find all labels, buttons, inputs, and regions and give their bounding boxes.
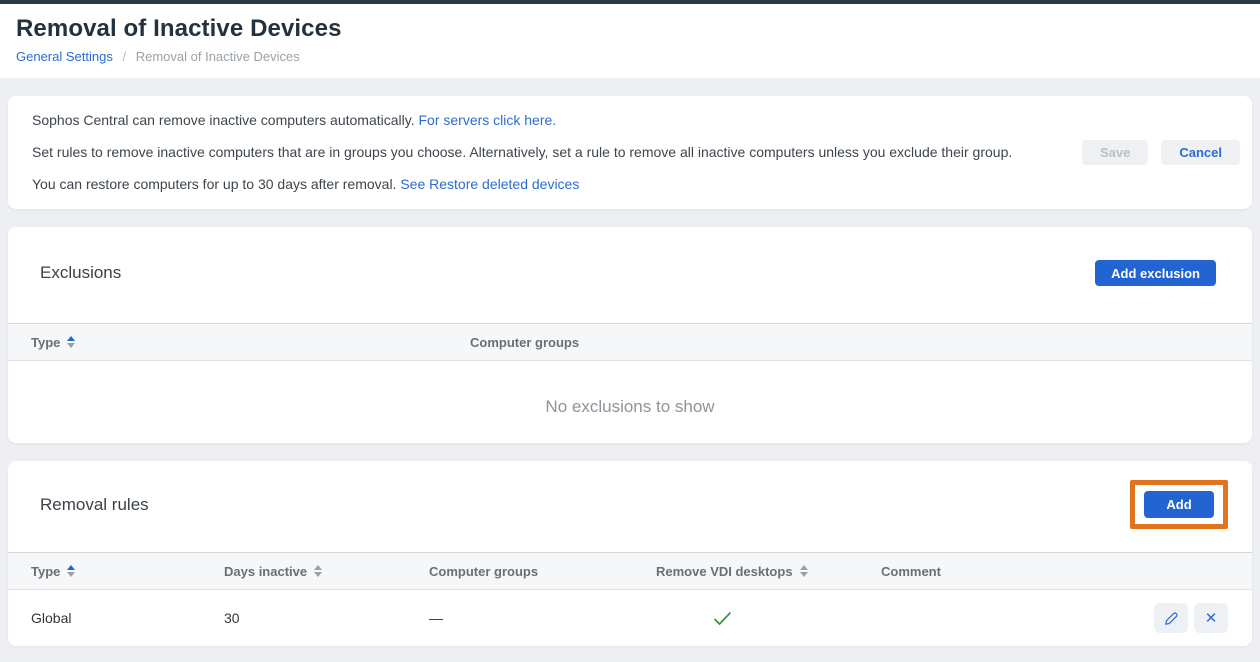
removal-column-computer-groups-label: Computer groups — [429, 564, 538, 579]
removal-rules-title: Removal rules — [40, 495, 149, 515]
info-panel: Sophos Central can remove inactive compu… — [8, 96, 1252, 209]
pencil-icon — [1164, 611, 1179, 626]
info-paragraph-1: Sophos Central can remove inactive compu… — [32, 108, 1048, 133]
info-paragraph-2: Set rules to remove inactive computers t… — [32, 140, 1048, 165]
info-paragraph-1-text: Sophos Central can remove inactive compu… — [32, 112, 415, 128]
sort-icon — [800, 565, 808, 577]
exclusions-table: Type Computer groups No exclusions to sh… — [8, 323, 1252, 443]
add-exclusion-button[interactable]: Add exclusion — [1095, 260, 1216, 286]
cell-type: Global — [8, 610, 201, 626]
breadcrumb-separator: / — [122, 49, 126, 64]
add-rule-button[interactable]: Add — [1144, 491, 1214, 518]
exclusions-header: Exclusions Add exclusion — [8, 227, 1252, 286]
page-header: Removal of Inactive Devices General Sett… — [0, 4, 1260, 78]
restore-deleted-devices-link[interactable]: See Restore deleted devices — [400, 176, 579, 192]
exclusions-column-computer-groups: Computer groups — [447, 335, 1252, 350]
exclusions-panel: Exclusions Add exclusion Type Computer g… — [8, 227, 1252, 443]
cell-remove-vdi — [633, 611, 858, 626]
removal-column-type-label: Type — [31, 564, 60, 579]
removal-column-days-inactive[interactable]: Days inactive — [201, 564, 406, 579]
edit-rule-button[interactable] — [1154, 603, 1188, 633]
removal-column-comment-label: Comment — [881, 564, 941, 579]
removal-rules-panel: Removal rules Add Type Days inactive Com… — [8, 461, 1252, 646]
breadcrumb-link-general-settings[interactable]: General Settings — [16, 49, 113, 64]
page-title: Removal of Inactive Devices — [16, 15, 1244, 43]
sort-icon — [314, 565, 322, 577]
breadcrumb-current: Removal of Inactive Devices — [136, 49, 300, 64]
main-content: Sophos Central can remove inactive compu… — [0, 78, 1260, 646]
info-text: Sophos Central can remove inactive compu… — [32, 108, 1048, 197]
sort-icon — [67, 565, 75, 577]
exclusions-title: Exclusions — [40, 263, 121, 283]
removal-column-days-inactive-label: Days inactive — [224, 564, 307, 579]
add-button-highlight-box: Add — [1130, 480, 1228, 529]
removal-column-type[interactable]: Type — [8, 564, 201, 579]
save-button[interactable]: Save — [1082, 140, 1148, 165]
removal-column-remove-vdi[interactable]: Remove VDI desktops — [633, 564, 858, 579]
for-servers-link[interactable]: For servers click here. — [418, 112, 556, 128]
exclusions-column-type-label: Type — [31, 335, 60, 350]
close-icon: ✕ — [1205, 611, 1218, 626]
cancel-button[interactable]: Cancel — [1161, 140, 1240, 165]
info-paragraph-3-text: You can restore computers for up to 30 d… — [32, 176, 396, 192]
removal-column-computer-groups: Computer groups — [406, 564, 633, 579]
removal-column-comment: Comment — [858, 564, 1152, 579]
breadcrumb: General Settings / Removal of Inactive D… — [16, 49, 1244, 64]
table-row: Global 30 — ✕ — [8, 590, 1252, 646]
removal-rules-header: Removal rules Add — [8, 461, 1252, 529]
removal-rules-table-header: Type Days inactive Computer groups Remov… — [8, 552, 1252, 590]
row-actions: ✕ — [1152, 603, 1252, 633]
exclusions-column-type[interactable]: Type — [8, 335, 447, 350]
exclusions-column-computer-groups-label: Computer groups — [470, 335, 579, 350]
cell-days-inactive: 30 — [201, 610, 406, 626]
removal-rules-table: Type Days inactive Computer groups Remov… — [8, 552, 1252, 646]
sort-icon — [67, 336, 75, 348]
exclusions-empty-state: No exclusions to show — [8, 361, 1252, 443]
check-icon — [713, 611, 732, 626]
exclusions-table-header: Type Computer groups — [8, 323, 1252, 361]
delete-rule-button[interactable]: ✕ — [1194, 603, 1228, 633]
cell-computer-groups: — — [406, 610, 633, 626]
info-actions: Save Cancel — [1048, 140, 1240, 165]
info-paragraph-3: You can restore computers for up to 30 d… — [32, 172, 1048, 197]
removal-column-remove-vdi-label: Remove VDI desktops — [656, 564, 793, 579]
